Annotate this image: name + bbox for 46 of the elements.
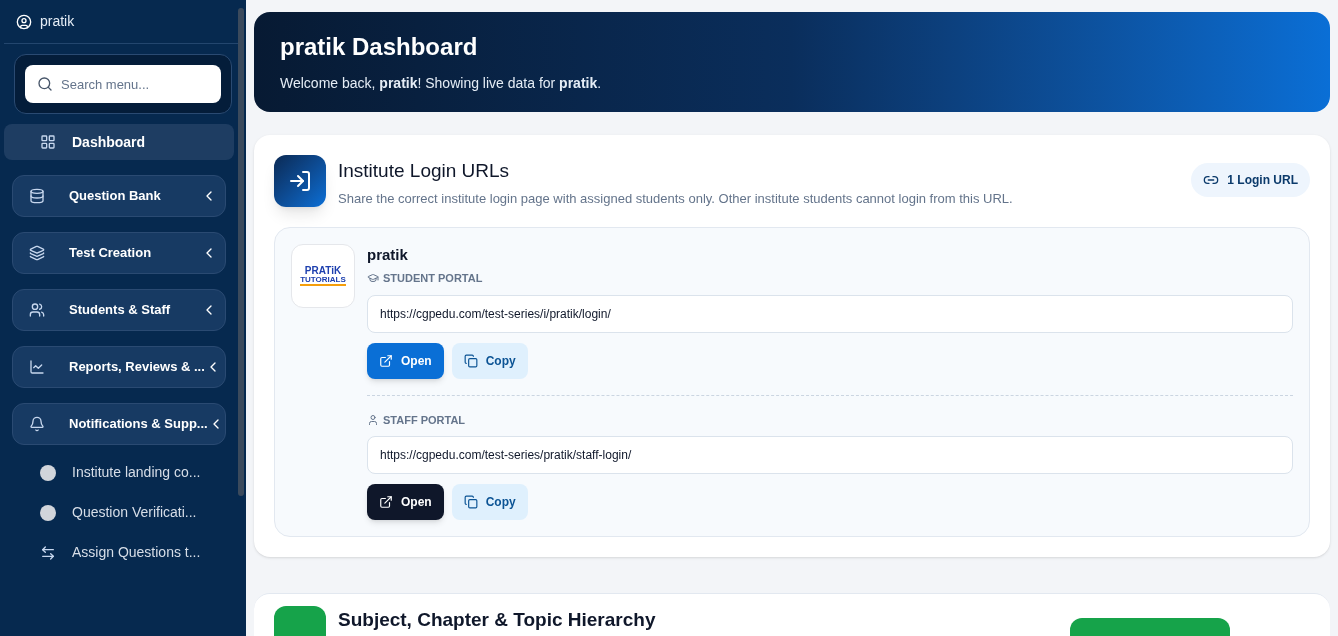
hero-title: pratik Dashboard: [280, 32, 479, 63]
url-field[interactable]: https://cgpedu.com/test-series/pratik/staff-login/: [367, 436, 1293, 474]
portal-label: STAFF PORTAL: [383, 412, 466, 428]
search-field[interactable]: Search menu...: [25, 65, 221, 103]
external-link-icon: [379, 495, 393, 509]
swap-icon: [40, 544, 56, 561]
hero-subtitle: Welcome back, pratik! Showing live data for pratik.: [280, 74, 603, 94]
external-link-icon: [379, 353, 393, 368]
sidebar-group[interactable]: Reports, Reviews & ...: [12, 346, 226, 388]
open-button[interactable]: Open: [367, 342, 444, 379]
copy-button[interactable]: Copy: [451, 484, 528, 520]
card-title: Institute Login URLs: [338, 158, 511, 183]
copy-icon: [463, 495, 478, 509]
open-button[interactable]: Open: [367, 484, 444, 520]
search-icon: [37, 76, 53, 92]
sidebar-group[interactable]: Test Creation: [12, 232, 226, 274]
card-description: Share the correct institute login page with assigned students only. Other institute students cannot login from this URL.: [338, 190, 1014, 208]
hierarchy-icon-tile: [274, 606, 326, 636]
grid-icon: [40, 134, 56, 150]
layers-icon: [29, 245, 45, 261]
login-count-badge: 1 Login URL: [1191, 162, 1310, 197]
chart-icon: [29, 359, 45, 375]
sidebar-item[interactable]: Dashboard: [4, 124, 234, 160]
database-icon: [29, 188, 45, 204]
action-button[interactable]: [1070, 618, 1230, 636]
sidebar-group[interactable]: Students & Staff: [12, 289, 226, 331]
url-field[interactable]: https://cgpedu.com/test-series/i/pratik/login/: [367, 294, 1293, 333]
card-title: Subject, Chapter & Topic Hierarchy: [338, 608, 656, 632]
copy-button[interactable]: Copy: [451, 342, 528, 379]
logo-text: PRATiK: [304, 265, 342, 276]
institute-name: pratik: [367, 244, 409, 265]
portal-label: STUDENT PORTAL: [383, 271, 483, 286]
copy-icon: [463, 353, 478, 368]
graduation-cap-icon: [367, 272, 379, 285]
sidebar-subitem[interactable]: Question Verificati...: [12, 500, 226, 525]
user-icon: [16, 13, 32, 30]
sidebar-group[interactable]: Notifications & Supp...: [12, 403, 226, 445]
bell-icon: [29, 416, 45, 432]
users-icon: [29, 302, 45, 318]
person-icon: [367, 413, 379, 426]
login-icon: [288, 168, 312, 193]
sidebar-subitem[interactable]: Institute landing co...: [12, 460, 226, 485]
user-name: pratik: [40, 12, 75, 31]
logo-subtext: TUTORIALS: [300, 275, 346, 286]
sidebar-subitem[interactable]: Assign Questions t...: [12, 540, 226, 565]
sidebar-group[interactable]: Question Bank: [12, 175, 226, 217]
